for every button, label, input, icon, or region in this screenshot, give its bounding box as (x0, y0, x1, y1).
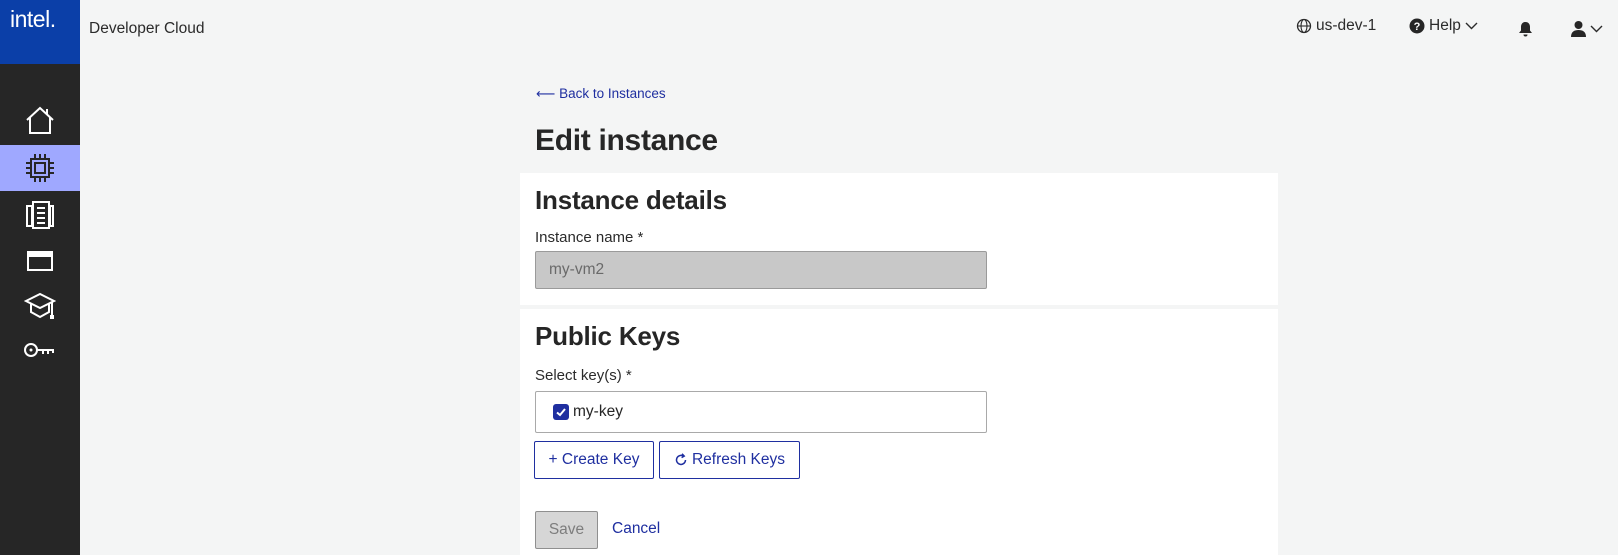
app-title: Developer Cloud (89, 20, 205, 37)
create-key-button[interactable]: + Create Key (534, 441, 654, 479)
select-keys-label: Select key(s) * (535, 367, 632, 384)
sidebar: intel. (0, 0, 80, 555)
user-menu[interactable] (1570, 20, 1603, 37)
sidebar-item-console[interactable] (0, 238, 80, 284)
key-icon (23, 340, 57, 360)
keys-selector: my-key (535, 391, 987, 433)
save-label: Save (548, 521, 585, 538)
sidebar-item-storage[interactable] (0, 192, 80, 238)
help-circle-icon: ? (1409, 18, 1425, 34)
back-to-instances-link[interactable]: ⟵ Back to Instances (536, 86, 666, 102)
home-icon (24, 105, 56, 135)
sidebar-item-learning[interactable] (0, 283, 80, 329)
intel-logo: intel. (10, 6, 56, 32)
browser-window-icon (26, 249, 54, 273)
refresh-keys-label: Refresh Keys (691, 451, 786, 468)
instance-details-card: Instance details Instance name * (520, 173, 1278, 305)
help-label: Help (1429, 17, 1461, 34)
svg-text:?: ? (1414, 21, 1421, 33)
sidebar-item-home[interactable] (0, 97, 80, 143)
user-avatar-icon (1570, 20, 1587, 37)
refresh-icon (674, 453, 688, 467)
help-menu[interactable]: ? Help (1409, 17, 1478, 35)
instance-name-input[interactable] (535, 251, 987, 289)
instance-details-heading: Instance details (535, 185, 727, 215)
chevron-down-icon (1465, 21, 1478, 31)
save-button[interactable]: Save (535, 511, 598, 549)
region-selector[interactable]: us-dev-1 (1296, 17, 1376, 35)
chevron-down-icon (1590, 24, 1603, 34)
notifications-button[interactable] (1518, 21, 1533, 37)
graduation-cap-icon (24, 291, 56, 321)
checkmark-icon (556, 408, 566, 417)
key-option-label[interactable]: my-key (573, 403, 623, 421)
bell-icon (1518, 21, 1533, 37)
globe-icon (1296, 18, 1312, 34)
sidebar-item-compute[interactable] (0, 145, 80, 191)
sidebar-item-keys[interactable] (0, 327, 80, 373)
public-keys-card: Public Keys Select key(s) * my-key + Cre… (520, 309, 1278, 555)
refresh-keys-button[interactable]: Refresh Keys (659, 441, 800, 479)
my-key-checkbox[interactable] (553, 404, 569, 420)
server-rack-icon (25, 200, 55, 230)
logo-container[interactable]: intel. (0, 0, 80, 64)
create-key-label: + Create Key (548, 451, 640, 468)
public-keys-heading: Public Keys (535, 321, 681, 351)
chip-icon (24, 152, 56, 184)
page-title: Edit instance (535, 124, 718, 157)
region-label: us-dev-1 (1316, 17, 1377, 34)
cancel-button[interactable]: Cancel (612, 520, 660, 538)
instance-name-label: Instance name * (535, 229, 644, 246)
